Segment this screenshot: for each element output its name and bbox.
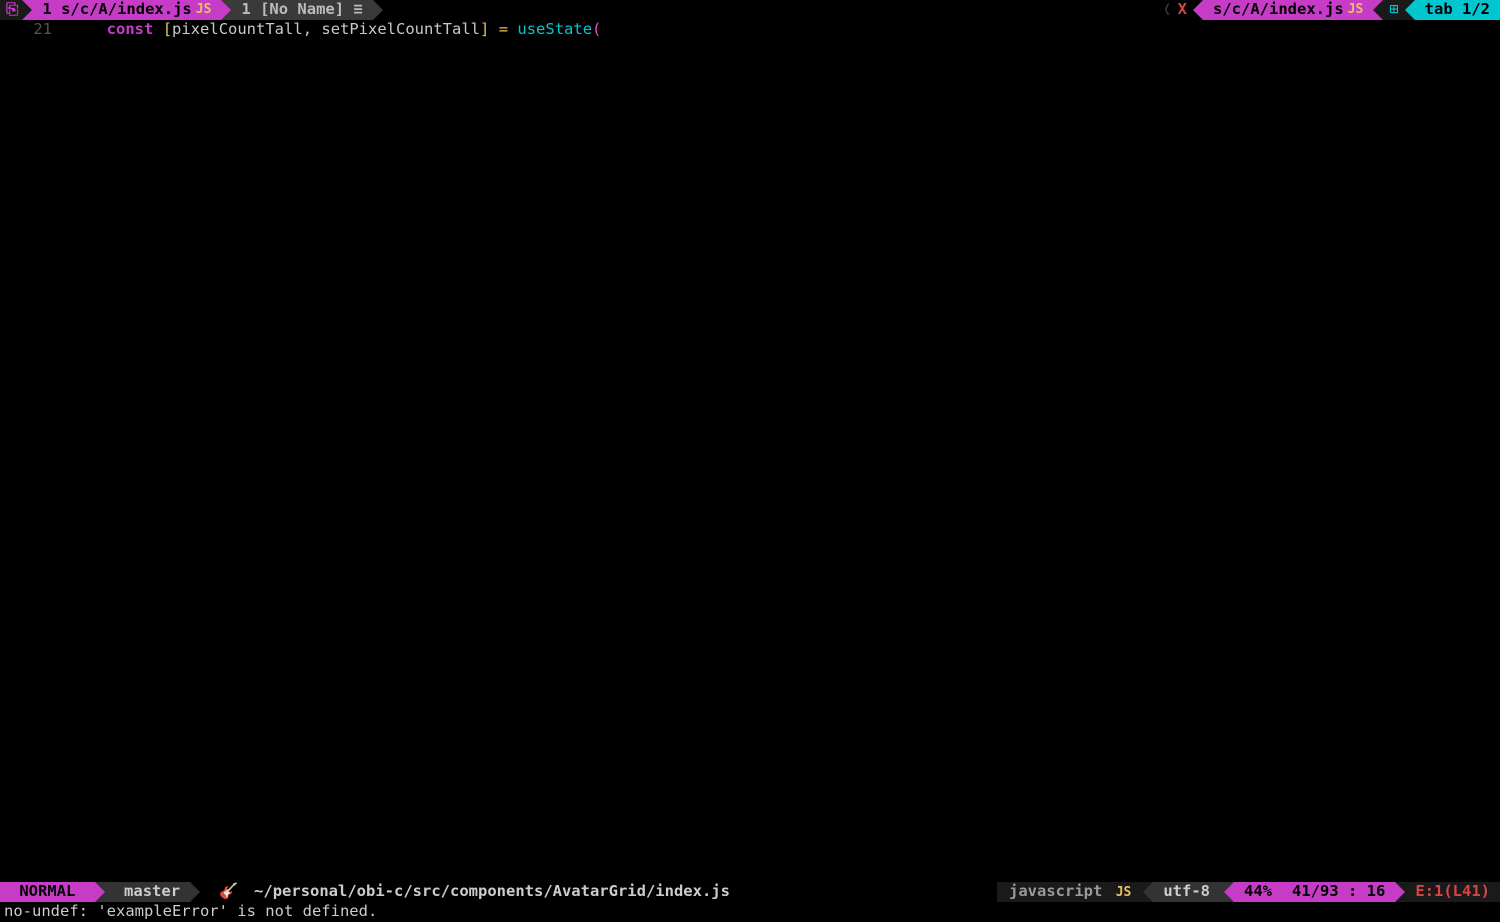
git-branch[interactable]: master	[105, 882, 190, 902]
js-badge-icon: JS	[1344, 0, 1364, 20]
tab-num: 1	[241, 0, 250, 20]
line-number: 21	[20, 20, 60, 40]
code-line[interactable]: 21 const [pixelCountTall, setPixelCountT…	[0, 20, 1500, 40]
mode-indicator: NORMAL	[0, 882, 95, 902]
command-line[interactable]: no-undef: 'exampleError' is not defined.	[0, 902, 1500, 922]
editor-pane[interactable]: 21 const [pixelCountTall, setPixelCountT…	[0, 20, 1500, 882]
gutter-blank	[2, 20, 20, 40]
sep-icon	[1395, 882, 1405, 902]
encoding-indicator: utf-8	[1153, 882, 1224, 902]
guitar-icon: 🎸	[219, 882, 244, 900]
tab-name: [No Name]	[260, 0, 344, 20]
sep-icon	[373, 0, 383, 20]
tab-active[interactable]: 1 s/c/A/index.js JS	[32, 0, 221, 20]
scroll-percent: 44%	[1234, 882, 1282, 902]
tab-inactive[interactable]: 1 [No Name] ≡	[231, 0, 372, 20]
menu-icon: ≡	[353, 0, 362, 20]
path-text: ~/personal/obi-c/src/components/AvatarGr…	[254, 882, 730, 900]
sep-icon	[1224, 882, 1234, 902]
tab-close-icon[interactable]: X	[1172, 0, 1193, 20]
sep-icon	[95, 882, 105, 902]
tab-right-active[interactable]: s/c/A/index.js JS	[1203, 0, 1373, 20]
tab-path: s/c/A/index.js	[61, 0, 192, 20]
filetype-indicator: javascript JS	[997, 882, 1143, 903]
tab-num: 1	[42, 0, 51, 20]
sep-icon	[1143, 882, 1153, 902]
tab-path: s/c/A/index.js	[1213, 0, 1344, 20]
sep-icon	[190, 882, 200, 902]
branch-name: master	[124, 882, 180, 902]
statusline: NORMAL master 🎸 ~/personal/obi-c/src/com…	[0, 882, 1500, 902]
tab-counter: tab 1/2	[1415, 0, 1500, 20]
js-badge-icon: JS	[192, 0, 212, 20]
sep-icon	[1373, 0, 1383, 20]
error-count[interactable]: E:1(L41)	[1405, 882, 1500, 902]
cursor-position: 41/93 : 16	[1282, 882, 1395, 902]
sep-icon	[221, 0, 231, 20]
layout-grid-icon[interactable]: ⊞	[1383, 0, 1404, 20]
sep-icon: ❬	[1162, 0, 1171, 20]
sep-icon	[22, 0, 32, 20]
js-badge-icon: JS	[1112, 885, 1132, 900]
sep-icon	[1193, 0, 1203, 20]
sep-icon	[1405, 0, 1415, 20]
tabline-left-icon[interactable]: ⎘	[0, 0, 22, 20]
file-path: 🎸 ~/personal/obi-c/src/components/Avatar…	[200, 882, 997, 902]
tabline: ⎘ 1 s/c/A/index.js JS 1 [No Name] ≡ ❬ X …	[0, 0, 1500, 20]
